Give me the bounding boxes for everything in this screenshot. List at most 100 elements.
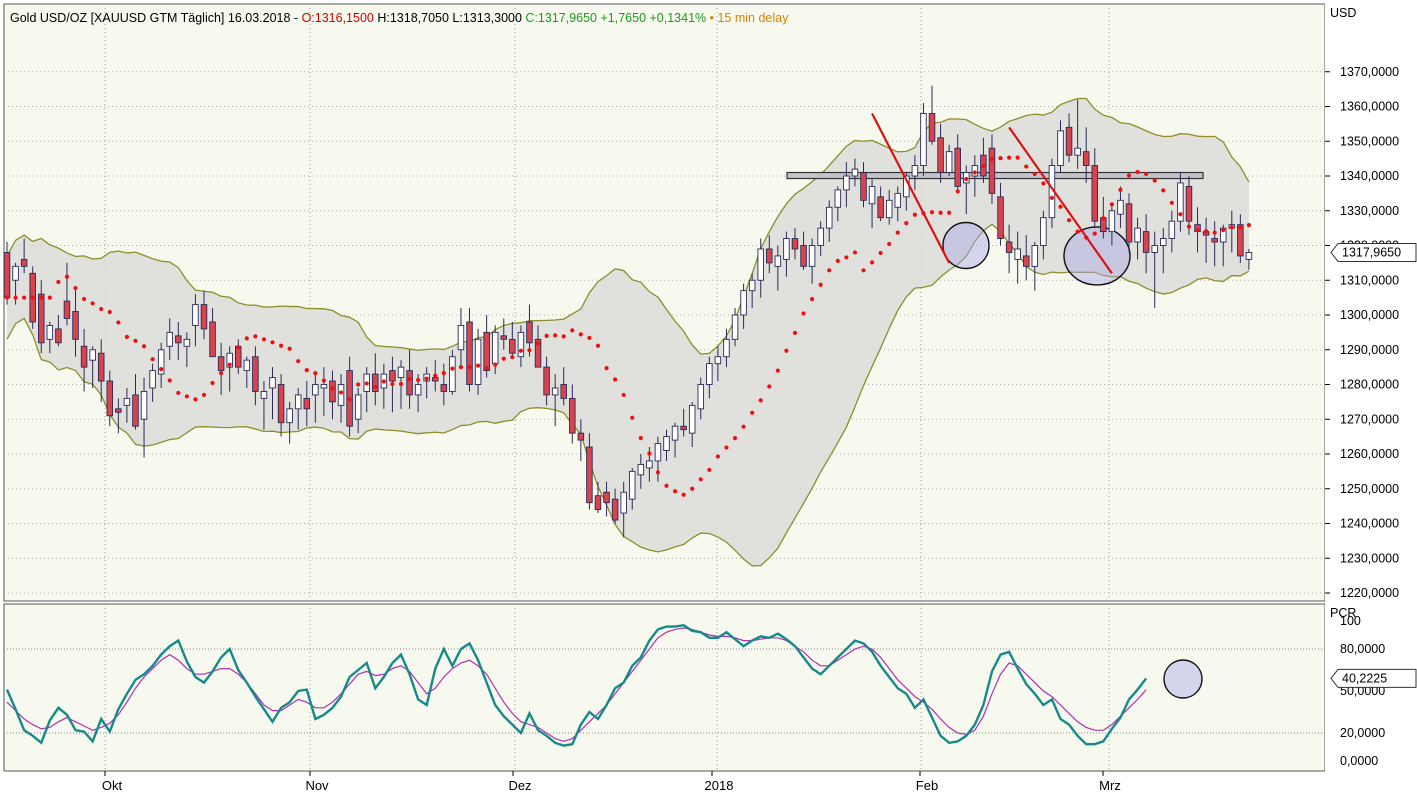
candle-body <box>1091 165 1099 222</box>
candle-body <box>920 112 927 167</box>
candle-body <box>329 380 336 403</box>
sar-dot <box>981 163 986 169</box>
candle-body <box>483 331 490 372</box>
candle-body <box>1040 217 1047 246</box>
sar-dot <box>56 279 61 285</box>
sar-dot <box>655 470 661 475</box>
candle-body <box>1125 203 1133 243</box>
pcr-label: PCR <box>1330 606 1356 620</box>
candle-body <box>671 425 679 441</box>
candle-body <box>1245 251 1253 260</box>
candle-body <box>1151 245 1158 253</box>
sar-dot <box>732 436 738 441</box>
candle-body <box>414 384 422 396</box>
sar-dot <box>1169 200 1174 205</box>
candle-body <box>1065 126 1073 156</box>
x-tick-label: Mrz <box>1099 778 1121 793</box>
sar-dot <box>313 370 318 376</box>
sar-dot <box>484 366 489 371</box>
sar-dot <box>852 250 858 255</box>
sar-dot <box>895 230 900 235</box>
candle-body <box>843 175 850 191</box>
sar-dot <box>1066 218 1072 223</box>
candle-body <box>294 394 302 410</box>
sar-dot <box>827 268 832 273</box>
sar-dot <box>947 210 952 215</box>
candle-body <box>389 370 396 382</box>
sar-dot <box>1092 231 1097 236</box>
candle-body <box>1057 130 1064 167</box>
candle-body <box>517 331 525 358</box>
pcr-y-tick-label: 20,0000 <box>1340 726 1385 740</box>
candle-body <box>106 380 114 417</box>
sar-dot <box>715 454 720 459</box>
candle-body <box>654 443 662 462</box>
last-price-label: 1317,9650 <box>1342 245 1401 259</box>
sar-dot <box>236 345 241 350</box>
sar-dot <box>1049 195 1055 200</box>
sar-dot <box>707 467 712 472</box>
sar-dot <box>784 348 789 353</box>
candle-body <box>825 206 833 229</box>
x-tick-label: 2018 <box>705 778 734 793</box>
sar-dot <box>270 340 275 345</box>
sar-dot <box>998 156 1003 161</box>
candle-body <box>731 314 739 340</box>
candle-body <box>954 147 961 187</box>
candle-body <box>988 147 996 194</box>
sar-dot <box>501 356 506 361</box>
pcr-y-tick-label: 0,0000 <box>1340 754 1378 768</box>
sar-dot <box>1015 155 1020 160</box>
candle-body <box>1142 231 1150 253</box>
candle-body <box>526 321 533 344</box>
candle-body <box>337 384 345 406</box>
sar-dot <box>912 212 917 217</box>
sar-dot <box>39 295 44 300</box>
candle-body <box>551 387 559 396</box>
sar-dot <box>219 370 224 376</box>
candle-body <box>646 460 653 469</box>
y-tick-label: 1310,0000 <box>1340 273 1399 287</box>
y-tick-label: 1370,0000 <box>1340 65 1399 79</box>
candle-body <box>688 404 696 434</box>
y-tick-label: 1220,0000 <box>1340 586 1399 600</box>
sar-dot <box>518 348 524 353</box>
sar-dot <box>30 295 35 300</box>
candle-body <box>397 366 405 379</box>
sar-dot <box>972 170 977 175</box>
candle-body <box>175 335 182 344</box>
candle-body <box>1014 248 1021 260</box>
candle-body <box>1185 185 1193 222</box>
sar-dot <box>955 189 960 194</box>
sar-dot <box>150 357 155 362</box>
candle-body <box>46 324 54 340</box>
sar-dot <box>578 332 583 337</box>
sar-dot <box>613 377 618 382</box>
sar-dot <box>433 373 438 378</box>
sar-dot <box>475 363 481 368</box>
sar-dot <box>1152 178 1157 183</box>
sar-dot <box>767 384 772 389</box>
sar-dot <box>792 330 798 335</box>
candle-body <box>1160 238 1167 246</box>
sar-dot <box>818 282 823 287</box>
sar-dot <box>561 334 566 339</box>
sar-dot <box>1195 228 1200 233</box>
close-value: C:1317,9650 +1,7650 +0,1341% <box>525 11 707 25</box>
sar-dot <box>835 258 840 263</box>
candle-body <box>783 238 790 260</box>
sar-dot <box>630 415 635 420</box>
x-tick-label: Nov <box>305 778 329 793</box>
y-tick-label: 1330,0000 <box>1340 204 1399 218</box>
candle-body <box>500 335 508 340</box>
candle-body <box>791 238 799 250</box>
highlight-circle-1 <box>942 221 990 270</box>
candle-body <box>209 321 216 358</box>
candle-body <box>877 196 884 219</box>
candle-body <box>997 196 1004 240</box>
candle-body <box>38 293 45 344</box>
sar-dot <box>1058 204 1063 209</box>
sar-dot <box>81 296 87 302</box>
sar-dot <box>775 368 780 373</box>
sar-dot <box>47 295 52 300</box>
